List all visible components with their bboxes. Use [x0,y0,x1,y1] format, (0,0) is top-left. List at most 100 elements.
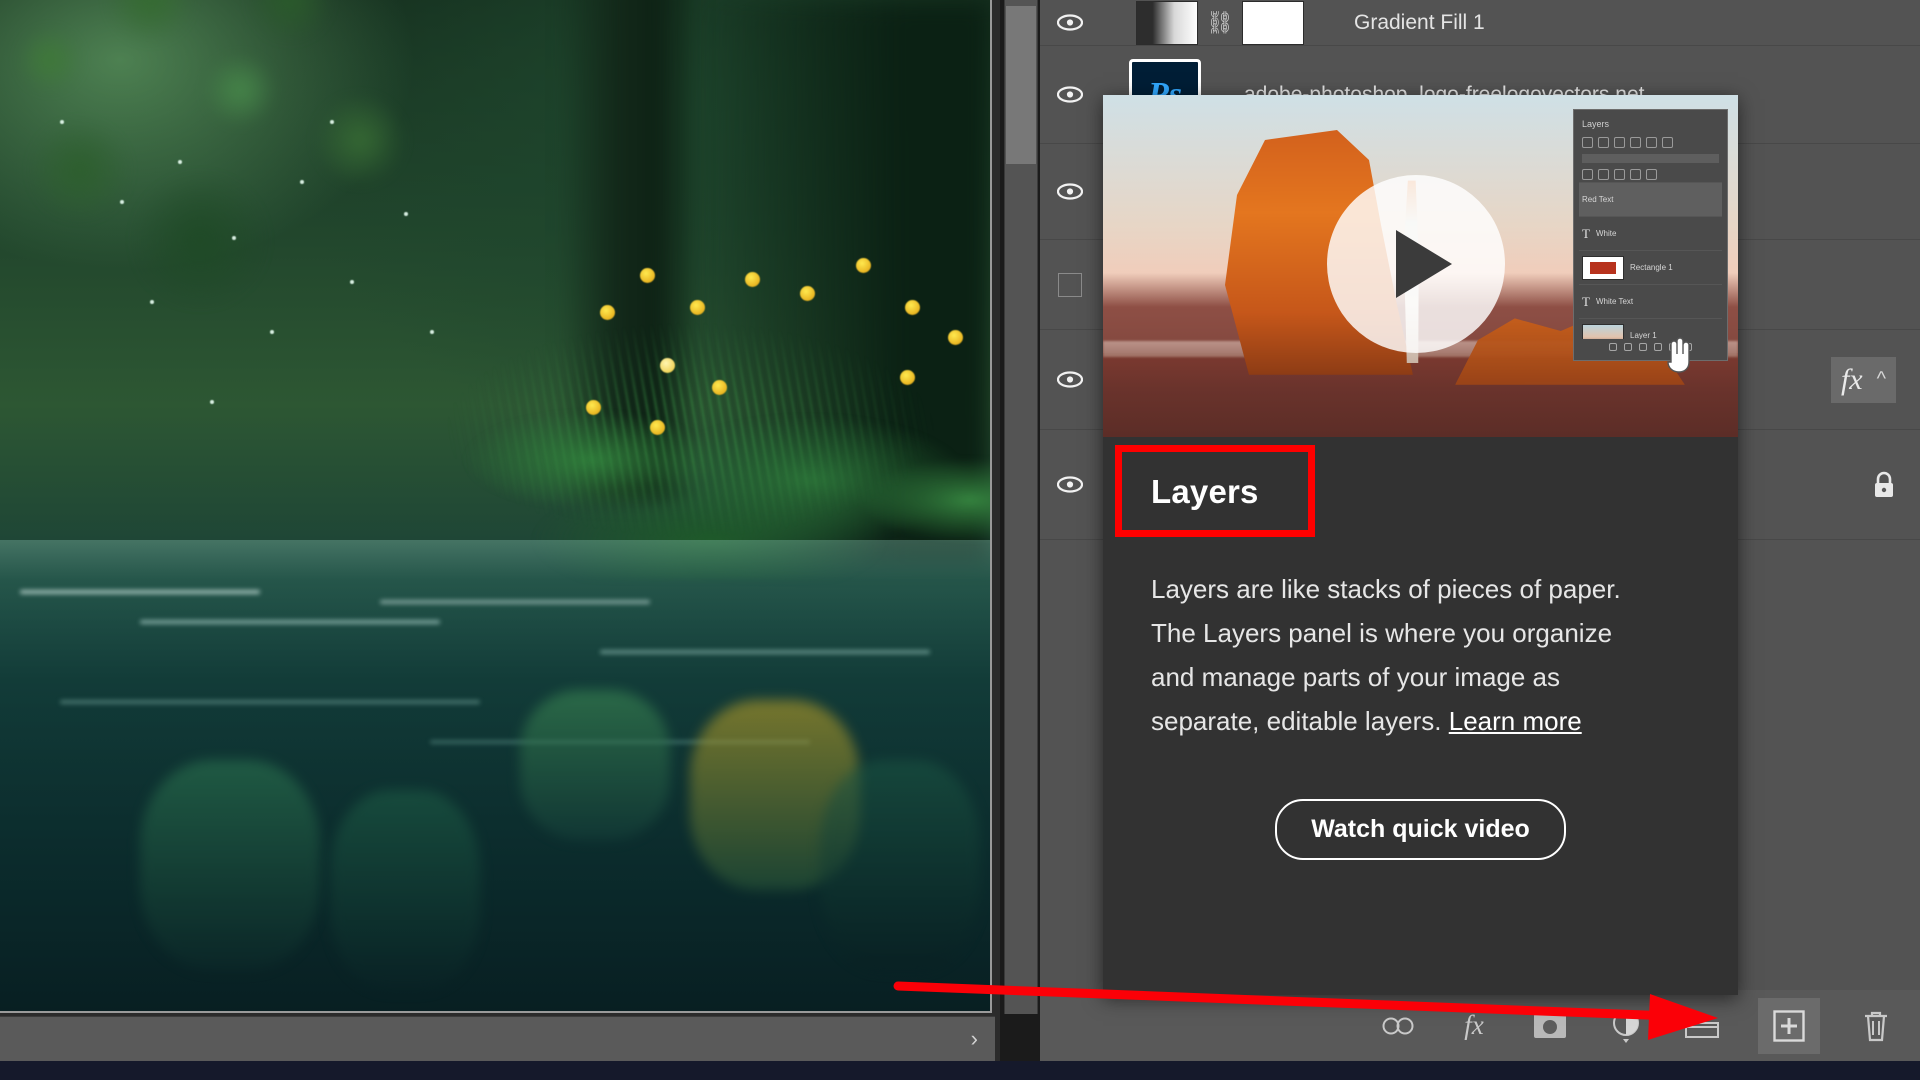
artwork-flower [600,305,615,320]
mini-chip-icon [1614,169,1625,180]
mini-chip-icon [1598,169,1609,180]
artwork-sparkle [178,160,182,164]
artwork-sparkle [60,120,64,124]
artwork-sparkle [150,300,154,304]
artwork-water-streak [60,700,480,704]
mini-chip-icon [1630,137,1641,148]
artwork-sparkle [300,180,304,184]
layer-mask-thumbnail[interactable] [1241,0,1304,45]
mini-layer-row: Red Text [1579,182,1722,216]
page-title: Layers [1151,473,1259,510]
mini-layer-name: Rectangle 1 [1630,263,1673,272]
artwork-flower [690,300,705,315]
link-layers-button[interactable] [1378,1006,1418,1046]
new-group-button[interactable] [1682,1006,1722,1046]
artwork-grass [300,280,992,570]
artwork-sparkle [232,236,236,240]
mini-tool-icon [1639,343,1647,351]
add-layer-style-button[interactable]: fx [1454,1006,1494,1046]
play-icon[interactable] [1327,175,1505,353]
watch-quick-video-button[interactable]: Watch quick video [1275,799,1566,860]
artwork-flower [905,300,920,315]
artwork-sparkle [404,212,408,216]
eye-icon[interactable] [1057,476,1083,493]
layers-panel-toolbar[interactable]: fx [1040,990,1920,1061]
coachmark-video-thumbnail[interactable]: Layers Red Text T White Rectangle 1 T Wh… [1103,95,1738,437]
hand-cursor-icon [1656,332,1700,376]
artwork-sparkle [270,330,274,334]
coachmark-popup[interactable]: Layers Red Text T White Rectangle 1 T Wh… [1103,95,1738,995]
eye-icon[interactable] [1057,371,1083,388]
mini-panel-toolbar [1579,339,1722,355]
window-bottom-strip [0,1061,1920,1080]
mini-chip-icon [1646,169,1657,180]
artwork-flower [712,380,727,395]
document-canvas-area[interactable]: › [0,0,1038,1080]
link-icon[interactable]: ⛓ [1206,11,1234,34]
eye-icon[interactable] [1057,14,1083,31]
mini-chip-icon [1630,169,1641,180]
layer-visibility-toggle[interactable] [1040,183,1100,200]
layer-name[interactable]: Gradient Fill 1 [1340,11,1485,35]
artwork-water-reflection [140,760,320,970]
photoshop-window: › ⛓ Gradient Fill 1 Ps adobe-photoshop_l… [0,0,1920,1080]
mini-layer-row: Rectangle 1 [1579,250,1722,284]
layer-thumbnail[interactable] [1136,0,1199,45]
chevron-right-icon[interactable]: › [971,1026,978,1052]
fx-icon[interactable]: fx [1841,363,1863,397]
canvas-horizontal-scrollbar[interactable]: › [0,1016,995,1061]
artwork-water-streak [20,590,260,594]
artwork-flower [900,370,915,385]
layer-visibility-toggle[interactable] [1040,476,1100,493]
artwork-water-reflection [330,790,480,990]
mini-red-rect [1590,261,1616,274]
artwork-flower [660,358,675,373]
layer-visibility-toggle[interactable] [1040,272,1100,297]
mini-chip-icon [1582,137,1593,148]
layer-effects-toggle[interactable]: fx ^ [1830,356,1896,403]
mini-panel-title: Layers [1582,119,1610,129]
artwork-flower [650,420,665,435]
play-triangle [1396,230,1452,298]
layer-visibility-toggle[interactable] [1040,86,1100,103]
layer-visibility-toggle[interactable] [1040,14,1100,31]
artwork-sparkle [210,400,214,404]
layer-thumbnails[interactable]: ⛓ [1100,0,1340,45]
artwork-flower [800,286,815,301]
layer-row-actions [1872,471,1920,499]
lock-icon [1872,471,1896,499]
coachmark-description: Layers are like stacks of pieces of pape… [1151,567,1651,743]
artwork-flower [745,272,760,287]
mini-panel-filter-row [1579,135,1722,150]
coachmark-body: Layers Layers are like stacks of pieces … [1103,437,1738,860]
mini-chip-icon [1614,137,1625,148]
artwork-water-streak [380,600,650,604]
add-layer-mask-button[interactable] [1530,1006,1570,1046]
table-row[interactable]: ⛓ Gradient Fill 1 [1040,0,1920,46]
mini-layer-name: Red Text [1582,195,1614,204]
new-fill-adjustment-layer-button[interactable] [1606,1006,1646,1046]
canvas-artwork[interactable] [0,0,992,1013]
mini-layer-row: T White [1579,216,1722,250]
eye-icon[interactable] [1057,183,1083,200]
chevron-up-icon[interactable]: ^ [1877,368,1886,391]
coachmark-cta-wrap: Watch quick video [1151,799,1690,860]
layer-row-actions[interactable]: fx ^ [1830,356,1920,403]
artwork-flower [948,330,963,345]
mini-chip-icon [1598,137,1609,148]
learn-more-link[interactable]: Learn more [1449,706,1582,736]
type-layer-icon: T [1582,293,1590,309]
canvas-vertical-scroll-thumb[interactable] [1006,6,1036,164]
mini-tool-icon [1624,343,1632,351]
layer-visibility-toggle[interactable] [1040,371,1100,388]
artwork-sparkle [120,200,124,204]
artwork-sparkle [430,330,434,334]
new-layer-button[interactable] [1758,997,1820,1054]
delete-layer-button[interactable] [1856,1006,1896,1046]
eye-off-icon[interactable] [1058,272,1082,297]
artwork-water-reflection [820,760,980,970]
mini-layer-name: White Text [1595,297,1634,306]
mini-chip-icon [1662,137,1673,148]
mini-layer-thumbnail [1582,255,1624,280]
eye-icon[interactable] [1057,86,1083,103]
